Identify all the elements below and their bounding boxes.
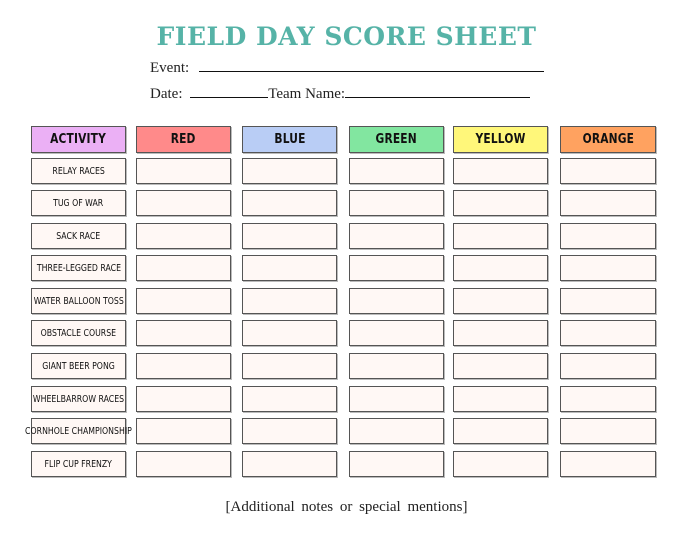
activity-cell: SACK RACE: [31, 223, 126, 249]
score-cell-red[interactable]: [136, 320, 231, 346]
score-cell-blue[interactable]: [242, 223, 337, 249]
score-cell-yellow[interactable]: [453, 353, 548, 379]
header-team-label: ORANGE: [582, 132, 634, 147]
score-cell-green[interactable]: [349, 353, 444, 379]
header-team-label: GREEN: [375, 132, 418, 147]
score-cell-yellow[interactable]: [453, 223, 548, 249]
event-field[interactable]: [198, 57, 544, 72]
score-cell-green[interactable]: [349, 158, 444, 184]
score-cell-yellow[interactable]: [453, 158, 548, 184]
notes-text: [Additional notes or special mentions]: [225, 499, 468, 515]
score-cell-yellow[interactable]: [453, 386, 548, 412]
score-cell-red[interactable]: [136, 158, 231, 184]
header-team-label: YELLOW: [475, 132, 526, 147]
activity-cell: WATER BALLOON TOSS: [31, 288, 126, 314]
activity-cell: OBSTACLE COURSE: [31, 320, 126, 346]
header-team-label: BLUE: [273, 132, 306, 147]
team-name-field[interactable]: [345, 83, 531, 98]
score-cell-blue[interactable]: [242, 451, 337, 477]
activity-label: CORNHOLE CHAMPIONSHIP: [25, 425, 132, 437]
activity-cell: CORNHOLE CHAMPIONSHIP: [25, 418, 132, 444]
activity-cell: TUG OF WAR: [31, 190, 126, 216]
activity-cell: WHEELBARROW RACES: [31, 386, 126, 412]
score-cell-green[interactable]: [349, 190, 444, 216]
activity-label: WATER BALLOON TOSS: [33, 295, 124, 307]
score-cell-red[interactable]: [136, 223, 231, 249]
header-team-label: RED: [171, 132, 196, 147]
score-cell-blue[interactable]: [242, 418, 337, 444]
score-cell-green[interactable]: [349, 288, 444, 314]
score-cell-red[interactable]: [136, 190, 231, 216]
score-cell-yellow[interactable]: [453, 418, 548, 444]
header-activity: ACTIVITY: [31, 126, 126, 153]
activity-label: WHEELBARROW RACES: [32, 393, 125, 405]
activity-label: THREE-LEGGED RACE: [36, 262, 121, 274]
score-cell-orange[interactable]: [560, 223, 656, 249]
score-cell-orange[interactable]: [560, 386, 656, 412]
header-team-orange: ORANGE: [560, 126, 656, 153]
page-title: FIELD DAY SCORE SHEET: [156, 22, 537, 51]
activity-label: SACK RACE: [56, 230, 101, 242]
score-cell-blue[interactable]: [242, 255, 337, 281]
score-cell-red[interactable]: [136, 451, 231, 477]
header-team-blue: BLUE: [242, 126, 337, 153]
header-team-red: RED: [136, 126, 231, 153]
event-line: Event:: [150, 57, 544, 77]
activity-label: RELAY RACES: [52, 165, 105, 177]
score-cell-orange[interactable]: [560, 158, 656, 184]
activity-cell: GIANT BEER PONG: [31, 353, 126, 379]
score-cell-green[interactable]: [349, 418, 444, 444]
score-cell-green[interactable]: [349, 451, 444, 477]
date-team-line: Date: Team Name:: [150, 83, 531, 103]
activity-label: GIANT BEER PONG: [42, 360, 115, 372]
score-cell-blue[interactable]: [242, 288, 337, 314]
score-cell-orange[interactable]: [560, 451, 656, 477]
score-cell-green[interactable]: [349, 255, 444, 281]
score-cell-orange[interactable]: [560, 288, 656, 314]
score-cell-green[interactable]: [349, 386, 444, 412]
score-cell-blue[interactable]: [242, 320, 337, 346]
activity-cell: FLIP CUP FRENZY: [31, 451, 126, 477]
score-cell-orange[interactable]: [560, 190, 656, 216]
score-cell-yellow[interactable]: [453, 288, 548, 314]
score-cell-red[interactable]: [136, 353, 231, 379]
header-team-green: GREEN: [349, 126, 444, 153]
score-cell-blue[interactable]: [242, 190, 337, 216]
event-label: Event:: [150, 60, 190, 76]
score-cell-red[interactable]: [136, 288, 231, 314]
score-cell-orange[interactable]: [560, 255, 656, 281]
activity-label: OBSTACLE COURSE: [40, 327, 117, 339]
activity-cell: RELAY RACES: [31, 158, 126, 184]
score-cell-red[interactable]: [136, 418, 231, 444]
score-cell-blue[interactable]: [242, 158, 337, 184]
score-cell-green[interactable]: [349, 320, 444, 346]
score-cell-orange[interactable]: [560, 353, 656, 379]
date-label: Date:: [150, 86, 183, 102]
header-team-yellow: YELLOW: [453, 126, 548, 153]
score-cell-blue[interactable]: [242, 353, 337, 379]
activity-label: TUG OF WAR: [53, 197, 104, 209]
score-cell-yellow[interactable]: [453, 320, 548, 346]
team-name-label: Team Name:: [268, 86, 346, 102]
score-cell-red[interactable]: [136, 255, 231, 281]
score-cell-yellow[interactable]: [453, 190, 548, 216]
activity-cell: THREE-LEGGED RACE: [31, 255, 126, 281]
score-cell-orange[interactable]: [560, 320, 656, 346]
score-cell-red[interactable]: [136, 386, 231, 412]
score-cell-blue[interactable]: [242, 386, 337, 412]
date-field[interactable]: [190, 83, 269, 98]
header-activity-label: ACTIVITY: [50, 132, 107, 147]
score-cell-yellow[interactable]: [453, 451, 548, 477]
score-cell-orange[interactable]: [560, 418, 656, 444]
activity-label: FLIP CUP FRENZY: [44, 458, 113, 470]
score-cell-green[interactable]: [349, 223, 444, 249]
score-cell-yellow[interactable]: [453, 255, 548, 281]
